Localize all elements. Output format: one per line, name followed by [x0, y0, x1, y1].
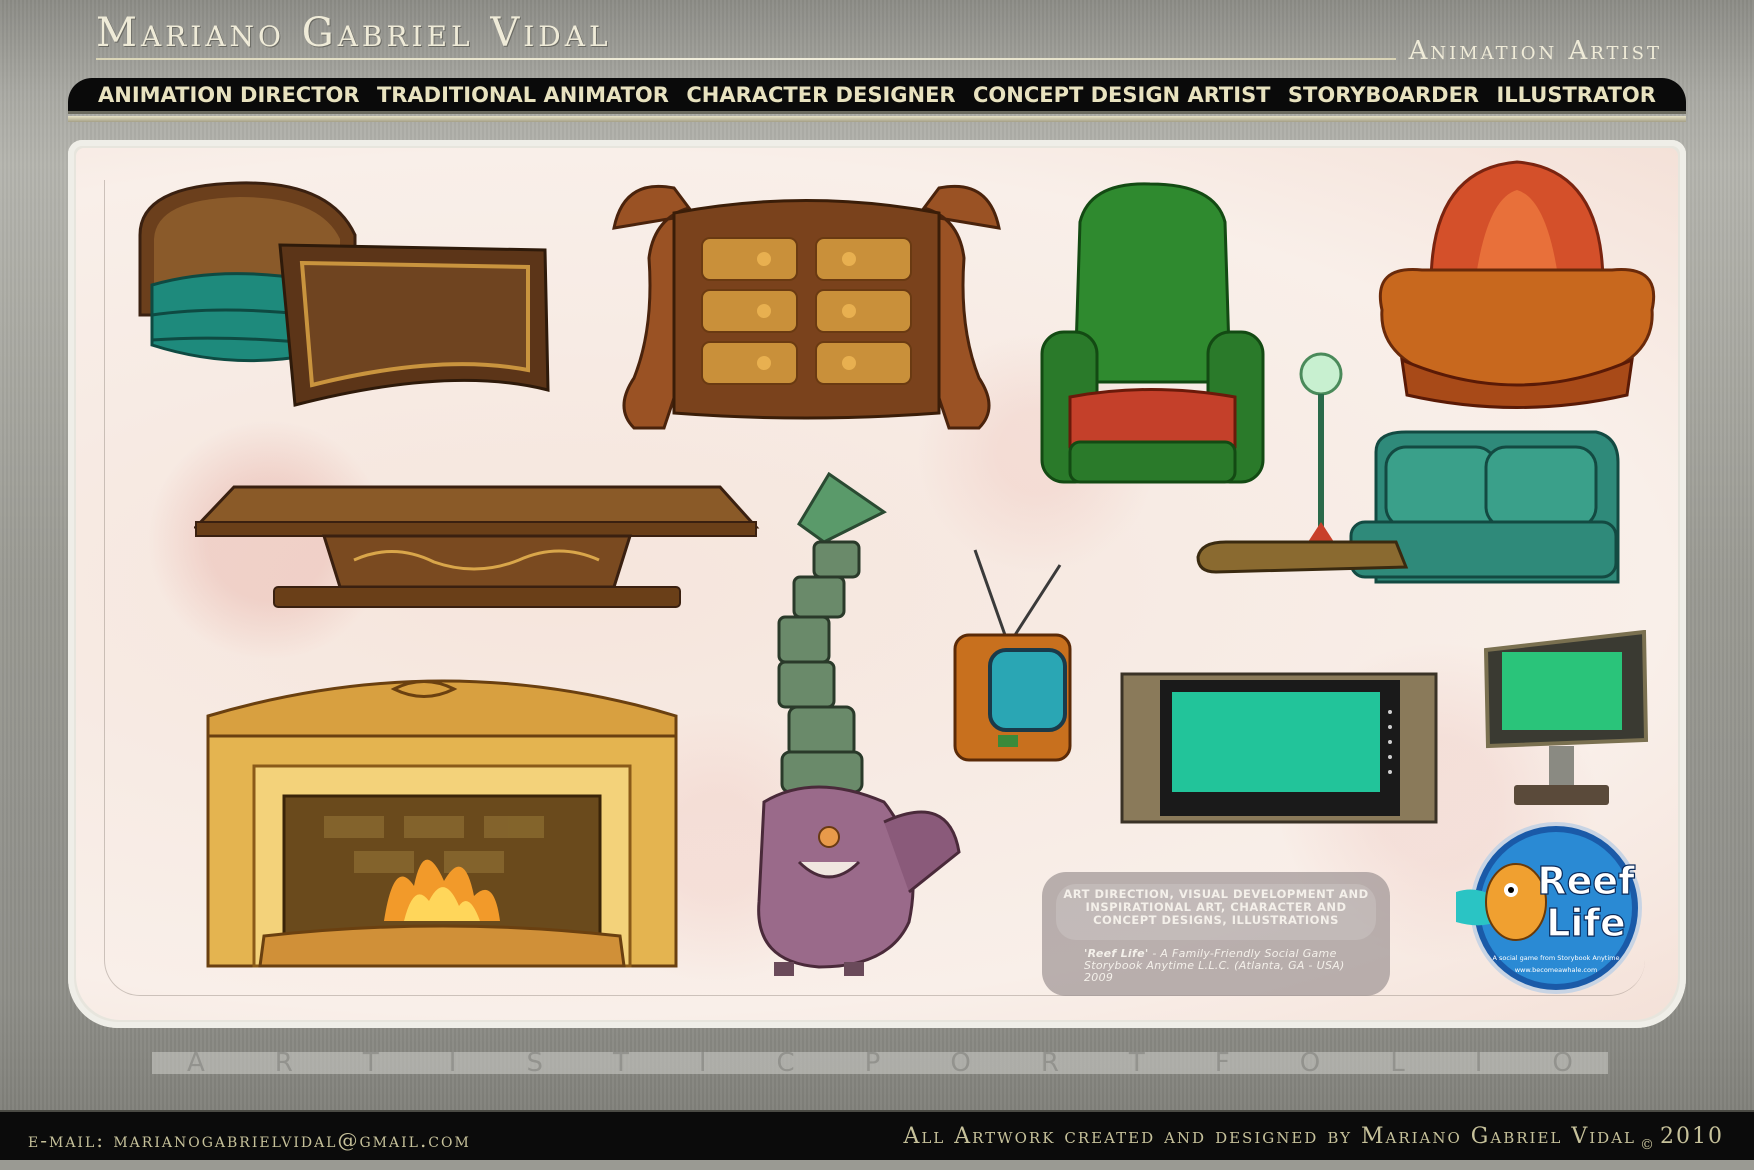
stove-character-illustration — [757, 472, 961, 976]
portfolio-letter: S — [526, 1052, 543, 1074]
main-nav: ANIMATION DIRECTOR TRADITIONAL ANIMATOR … — [68, 78, 1686, 114]
nav-character-designer[interactable]: CHARACTER DESIGNER — [686, 83, 955, 107]
portfolio-letter: R — [1040, 1052, 1059, 1074]
portfolio-letter: T — [612, 1052, 629, 1074]
portfolio-letter: P — [864, 1052, 881, 1074]
credits-roles: ART DIRECTION, VISUAL DEVELOPMENT AND IN… — [1063, 887, 1369, 927]
portfolio-letter: O — [1299, 1052, 1321, 1074]
copyright-text: All Artwork created and designed by Mari… — [903, 1124, 1636, 1149]
nav-underline — [68, 116, 1686, 122]
portfolio-letter: T — [1128, 1052, 1145, 1074]
portfolio-letter: F — [1214, 1052, 1230, 1074]
footer-email[interactable]: e-mail: marianogabrielvidal@gmail.com — [28, 1128, 471, 1152]
logo-life: Life — [1546, 901, 1626, 945]
fireplace-illustration — [206, 679, 678, 968]
portfolio-letter: O — [1552, 1052, 1573, 1074]
wall-tv-illustration — [1120, 672, 1438, 824]
nav-traditional-animator[interactable]: TRADITIONAL ANIMATOR — [377, 83, 669, 107]
bed-illustration — [138, 181, 550, 407]
sofa-lamp-illustration — [1196, 352, 1620, 584]
nav-concept-design-artist[interactable]: CONCEPT DESIGN ARTIST — [973, 83, 1271, 107]
portfolio-letter: I — [1474, 1052, 1483, 1074]
copyright-mark: © — [1640, 1137, 1656, 1153]
nav-illustrator[interactable]: ILLUSTRATOR — [1496, 83, 1655, 107]
nav-storyboarder[interactable]: STORYBOARDER — [1288, 83, 1479, 107]
artist-title: Animation Artist — [1408, 36, 1662, 66]
footer-copyright: All Artwork created and designed by Mari… — [903, 1124, 1724, 1153]
coffee-table-illustration — [194, 485, 760, 608]
header-divider — [96, 58, 1396, 60]
portfolio-letter: I — [448, 1052, 457, 1074]
portfolio-letter: A — [187, 1052, 205, 1074]
nav-animation-director[interactable]: ANIMATION DIRECTOR — [98, 83, 360, 107]
portfolio-letter: R — [274, 1052, 293, 1074]
footer-bar: e-mail: marianogabrielvidal@gmail.com Al… — [0, 1110, 1754, 1162]
portfolio-letter: I — [698, 1052, 707, 1074]
artist-name: Mariano Gabriel Vidal — [96, 10, 612, 56]
portfolio-letter: T — [362, 1052, 379, 1074]
logo-tagline: A social game from Storybook Anytime — [1493, 954, 1620, 962]
retro-tv-illustration — [953, 549, 1072, 762]
portfolio-letter: C — [776, 1052, 795, 1074]
portfolio-letter: L — [1390, 1052, 1405, 1074]
reef-life-logo: Reef Life A social game from Storybook A… — [1456, 822, 1642, 994]
logo-url: www.becomeawhale.com — [1515, 966, 1598, 974]
credits-project: 'Reef Life' - A Family-Friendly Social G… — [1084, 948, 1374, 984]
flatscreen-tv-illustration — [1484, 630, 1649, 805]
credits-box: ART DIRECTION, VISUAL DEVELOPMENT AND IN… — [1042, 872, 1390, 996]
artistic-portfolio-banner: ARTISTICPORTFOLIO — [152, 1052, 1608, 1074]
logo-reef: Reef — [1537, 859, 1635, 903]
portfolio-letter: O — [950, 1052, 971, 1074]
seahorse-dresser-illustration — [612, 184, 1001, 430]
copyright-year: 2010 — [1660, 1124, 1724, 1149]
